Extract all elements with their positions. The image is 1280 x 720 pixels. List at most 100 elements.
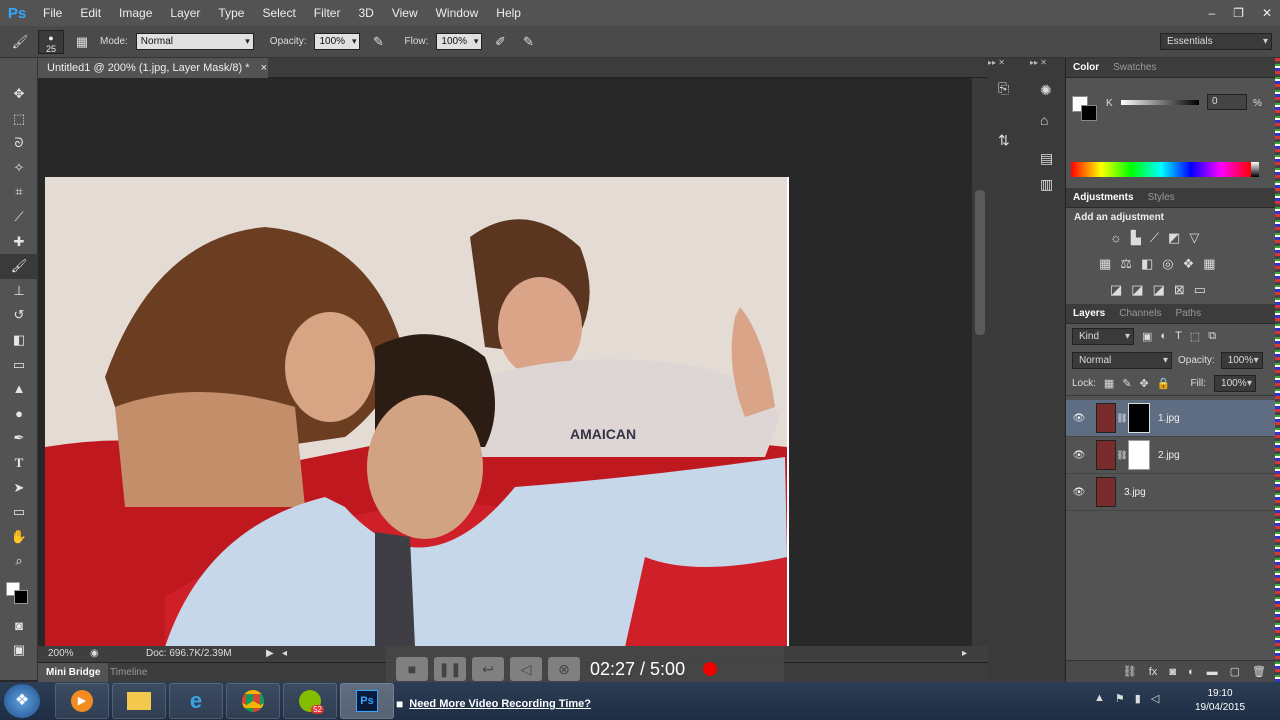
tab-channels[interactable]: Channels [1119, 308, 1161, 319]
minimize-button[interactable]: – [1208, 6, 1215, 20]
menu-view[interactable]: View [383, 0, 427, 26]
layer-row[interactable]: 👁 ⛓ 1.jpg [1066, 400, 1275, 437]
tab-mini-bridge[interactable]: Mini Bridge [38, 663, 109, 682]
lock-position-icon[interactable]: ✥ [1140, 377, 1149, 390]
crop-tool-icon[interactable]: ⌗ [0, 180, 38, 205]
media-player-icon[interactable]: ▶ [55, 683, 109, 719]
document-tab[interactable]: Untitled1 @ 200% (1.jpg, Layer Mask/8) *… [38, 58, 268, 78]
menu-layer[interactable]: Layer [161, 0, 209, 26]
channel-mixer-icon[interactable]: ❖ [1183, 256, 1195, 272]
start-button[interactable]: ❖ [4, 684, 40, 718]
hue-saturation-icon[interactable]: ▦ [1099, 256, 1111, 272]
brush-panel-icon[interactable]: ▦ [72, 32, 92, 52]
tray-flag-icon[interactable]: ⚑ [1115, 692, 1125, 705]
lock-image-icon[interactable]: ✎ [1122, 377, 1131, 390]
screen-mode-icon[interactable]: ▣ [0, 638, 38, 663]
hand-tool-icon[interactable]: ✋ [0, 525, 38, 550]
spotify-icon[interactable]: 52 [283, 683, 337, 719]
notes-icon[interactable]: ▥ [1040, 176, 1053, 193]
lasso-tool-icon[interactable]: ᘐ [0, 131, 38, 156]
exposure-icon[interactable]: ◩ [1168, 230, 1180, 246]
curves-icon[interactable]: ⟋ [1150, 230, 1159, 246]
stop-icon[interactable]: ■ [396, 657, 428, 681]
layer-fx-icon[interactable]: fx [1149, 666, 1158, 678]
k-slider[interactable] [1121, 100, 1199, 105]
actions-panel-icon[interactable]: ⌂ [1040, 112, 1048, 128]
scroll-right-icon[interactable]: ▸ [962, 646, 967, 662]
invert-icon[interactable]: ◪ [1110, 282, 1122, 298]
collapse-dock2-icon[interactable]: ▸▸ ✕ [1030, 58, 1066, 70]
scroll-left-icon[interactable]: ◂ [282, 646, 287, 662]
workspace-dropdown[interactable]: Essentials [1160, 33, 1272, 50]
quick-select-tool-icon[interactable]: ✧ [0, 156, 38, 181]
blur-tool-icon[interactable]: ▲ [0, 377, 38, 402]
new-layer-icon[interactable]: ▢ [1230, 665, 1240, 678]
shape-tool-icon[interactable]: ▭ [0, 500, 38, 525]
filter-shape-icon[interactable]: ⬚ [1190, 330, 1200, 343]
tab-color[interactable]: Color [1073, 62, 1099, 73]
menu-help[interactable]: Help [487, 0, 530, 26]
visibility-eye-icon[interactable]: 👁 [1066, 487, 1092, 498]
tab-adjustments[interactable]: Adjustments [1073, 192, 1134, 203]
layer-mask-thumbnail[interactable] [1128, 403, 1150, 433]
color-swatches[interactable] [0, 574, 37, 614]
black-white-icon[interactable]: ◧ [1141, 256, 1153, 272]
layer-comps-icon[interactable]: ▤ [1040, 150, 1053, 167]
tab-paths[interactable]: Paths [1176, 308, 1202, 319]
color-spectrum[interactable] [1071, 162, 1251, 177]
clock[interactable]: 19:10 19/04/2015 [1180, 687, 1260, 715]
marquee-tool-icon[interactable]: ⬚ [0, 107, 38, 132]
move-tool-icon[interactable]: ✥ [0, 82, 38, 107]
scrollbar-thumb[interactable] [975, 190, 985, 335]
history-panel-icon[interactable]: ⎘ [998, 80, 1009, 97]
history-brush-tool-icon[interactable]: ↺ [0, 303, 38, 328]
type-tool-icon[interactable]: T [0, 451, 38, 476]
brush-size-picker[interactable]: ● 25 [38, 29, 64, 54]
ie-icon[interactable]: e [169, 683, 223, 719]
zoom-tool-icon[interactable]: ⌕ [0, 549, 38, 574]
pressure-size-icon[interactable]: ✎ [518, 32, 538, 52]
menu-select[interactable]: Select [253, 0, 304, 26]
brightness-contrast-icon[interactable]: ☼ [1110, 230, 1122, 246]
opacity-field[interactable]: 100% [314, 33, 361, 50]
filter-smart-icon[interactable]: ⧉ [1208, 330, 1216, 343]
promo-link[interactable]: Need More Video Recording Time? [409, 698, 591, 710]
link-layers-icon[interactable]: ⛓ [1123, 665, 1137, 678]
layer-row[interactable]: 👁 3.jpg [1066, 474, 1275, 511]
menu-filter[interactable]: Filter [305, 0, 350, 26]
photo-canvas[interactable]: AMAICAN [45, 177, 787, 647]
menu-file[interactable]: File [34, 0, 71, 26]
eyedropper-tool-icon[interactable]: ⟋ [0, 205, 38, 230]
layer-name[interactable]: 2.jpg [1158, 450, 1180, 461]
cancel-icon[interactable]: ⊗ [548, 657, 580, 681]
mask-link-icon[interactable]: ⛓ [1116, 450, 1128, 461]
brush-tool-preset-icon[interactable]: 🖌 [10, 32, 30, 52]
chrome-icon[interactable] [226, 683, 280, 719]
layer-opacity-field[interactable]: 100% [1220, 351, 1263, 369]
properties-panel-icon[interactable]: ✺ [1040, 82, 1052, 99]
selective-color-icon[interactable]: ⊠ [1174, 282, 1185, 298]
visibility-eye-icon[interactable]: 👁 [1066, 413, 1092, 424]
volume-tray-icon[interactable]: ◁ [1151, 692, 1159, 705]
k-value-field[interactable]: 0 [1207, 94, 1247, 110]
color-bg-swatch[interactable] [1081, 105, 1097, 121]
layer-name[interactable]: 1.jpg [1158, 413, 1180, 424]
layer-kind-filter[interactable]: Kind [1072, 327, 1134, 345]
tab-layers[interactable]: Layers [1073, 308, 1105, 319]
filter-pixel-icon[interactable]: ▣ [1142, 330, 1152, 343]
volume-icon[interactable]: ◁ [510, 657, 542, 681]
add-mask-icon[interactable]: ◙ [1169, 666, 1176, 678]
pen-tool-icon[interactable]: ✒ [0, 426, 38, 451]
close-document-icon[interactable]: × [261, 62, 267, 74]
pressure-opacity-icon[interactable]: ✎ [368, 32, 388, 52]
levels-icon[interactable]: ▙ [1131, 230, 1141, 246]
visibility-eye-icon[interactable]: 👁 [1066, 450, 1092, 461]
eraser-tool-icon[interactable]: ◧ [0, 328, 38, 353]
airbrush-icon[interactable]: ✐ [490, 32, 510, 52]
clone-stamp-tool-icon[interactable]: ⊥ [0, 279, 38, 304]
collapse-dock-icon[interactable]: ▸▸ ✕ [988, 58, 1024, 70]
tab-styles[interactable]: Styles [1148, 192, 1175, 203]
menu-image[interactable]: Image [110, 0, 161, 26]
spectrum-bw[interactable] [1251, 162, 1259, 177]
path-select-tool-icon[interactable]: ➤ [0, 476, 38, 501]
